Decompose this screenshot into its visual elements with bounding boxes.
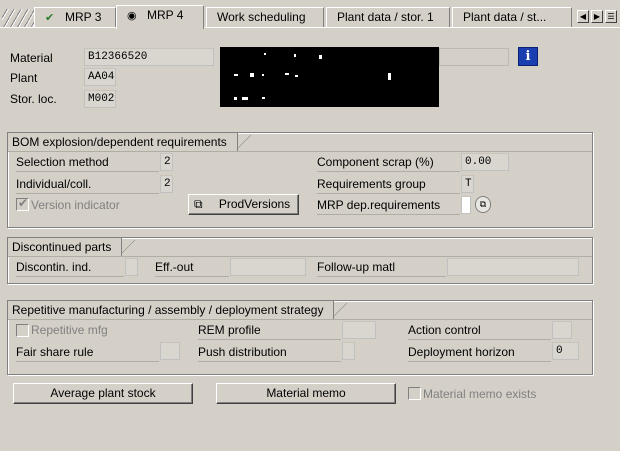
- follow-up-matl-label: Follow-up matl: [317, 260, 396, 274]
- info-icon[interactable]: i: [518, 47, 538, 66]
- redacted-block: [220, 47, 439, 107]
- tab-scroll-right-icon[interactable]: ▶: [591, 10, 603, 23]
- checkmark-icon: ✔: [18, 196, 29, 210]
- action-control-field[interactable]: [552, 321, 572, 339]
- version-indicator-label: Version indicator: [31, 198, 120, 212]
- deployment-horizon-label: Deployment horizon: [408, 345, 515, 359]
- fair-share-rule-field[interactable]: [160, 342, 180, 360]
- prodversions-button[interactable]: ⧉ ProdVersions: [188, 194, 299, 215]
- repetitive-mfg-checkbox[interactable]: [16, 324, 29, 337]
- mrp-dep-requirements-underline: [317, 214, 460, 215]
- bom-group-title: BOM explosion/dependent requirements: [8, 133, 251, 151]
- material-memo-button[interactable]: Material memo: [216, 383, 396, 404]
- repetitive-title-underline: [8, 319, 592, 320]
- requirements-group-field[interactable]: T: [461, 175, 474, 193]
- selection-method-field[interactable]: 2: [160, 153, 173, 171]
- discontinued-title-underline: [8, 256, 592, 257]
- eff-out-field[interactable]: [230, 258, 306, 276]
- tab-mrp4[interactable]: ◉ MRP 4: [116, 5, 204, 29]
- fair-share-rule-underline: [16, 361, 159, 362]
- tab-list-icon[interactable]: ☰: [605, 10, 617, 23]
- individual-coll-label: Individual/coll.: [16, 177, 92, 191]
- tab-plant-data-stor1[interactable]: Plant data / stor. 1: [326, 7, 450, 27]
- prodversions-icon: ⧉: [194, 197, 203, 211]
- follow-up-matl-field[interactable]: [447, 258, 579, 276]
- material-field[interactable]: B12366520: [84, 48, 214, 66]
- search-help-icon[interactable]: ⧉: [475, 196, 491, 213]
- deployment-horizon-field[interactable]: 0: [552, 342, 579, 360]
- material-memo-exists-label: Material memo exists: [423, 387, 537, 401]
- rem-profile-field[interactable]: [342, 321, 376, 339]
- fair-share-rule-label: Fair share rule: [16, 345, 94, 359]
- discontin-ind-underline: [16, 276, 124, 277]
- tab-work-scheduling[interactable]: Work scheduling: [206, 7, 324, 27]
- discontinued-group-title: Discontinued parts: [8, 238, 136, 256]
- eff-out-label: Eff.-out: [155, 260, 194, 274]
- tab-scroll-left-icon[interactable]: ◀: [577, 10, 589, 23]
- bom-title-underline: [8, 151, 592, 152]
- action-control-label: Action control: [408, 323, 481, 337]
- material-memo-exists-checkbox[interactable]: [408, 387, 421, 400]
- rem-profile-underline: [198, 339, 341, 340]
- follow-up-matl-underline: [317, 276, 446, 277]
- storage-location-field[interactable]: M002: [84, 90, 116, 108]
- repetitive-group-title: Repetitive manufacturing / assembly / de…: [8, 301, 348, 319]
- tab-strip: ✔ MRP 3 ◉ MRP 4 Work scheduling Plant data…: [0, 0, 620, 29]
- mrp-dep-requirements-label: MRP dep.requirements: [317, 198, 441, 212]
- mrp-dep-requirements-field[interactable]: [461, 196, 471, 214]
- eff-out-underline: [155, 276, 229, 277]
- eye-icon: ◉: [127, 10, 137, 22]
- requirements-group-label: Requirements group: [317, 177, 426, 191]
- version-indicator-checkbox[interactable]: ✔: [16, 196, 29, 211]
- tab-strip-decoration: [2, 9, 36, 27]
- requirements-group-underline: [317, 193, 460, 194]
- selection-method-underline: [16, 171, 159, 172]
- material-label: Material: [10, 51, 53, 65]
- plant-label: Plant: [10, 71, 38, 85]
- component-scrap-label: Component scrap (%): [317, 155, 434, 169]
- discontin-ind-label: Discontin. ind.: [16, 260, 92, 274]
- component-scrap-underline: [317, 171, 460, 172]
- individual-coll-field[interactable]: 2: [160, 175, 173, 193]
- push-distribution-field[interactable]: [342, 342, 355, 360]
- check-icon: ✔: [45, 12, 55, 24]
- individual-coll-underline: [16, 193, 159, 194]
- deployment-horizon-underline: [408, 361, 551, 362]
- storage-location-label: Stor. loc.: [10, 92, 57, 106]
- plant-field[interactable]: AA04: [84, 68, 116, 86]
- rem-profile-label: REM profile: [198, 323, 261, 337]
- average-plant-stock-button[interactable]: Average plant stock: [13, 383, 193, 404]
- tab-baseline: [0, 27, 620, 28]
- discontin-ind-field[interactable]: [125, 258, 138, 276]
- push-distribution-underline: [198, 361, 341, 362]
- push-distribution-label: Push distribution: [198, 345, 287, 359]
- selection-method-label: Selection method: [16, 155, 109, 169]
- tab-mrp3[interactable]: ✔ MRP 3: [34, 7, 116, 27]
- repetitive-mfg-label: Repetitive mfg: [31, 323, 108, 337]
- action-control-underline: [408, 339, 551, 340]
- component-scrap-field[interactable]: 0.00: [461, 153, 509, 171]
- material-description-field[interactable]: [439, 48, 509, 66]
- tab-plant-data-stor2[interactable]: Plant data / st...: [452, 7, 572, 27]
